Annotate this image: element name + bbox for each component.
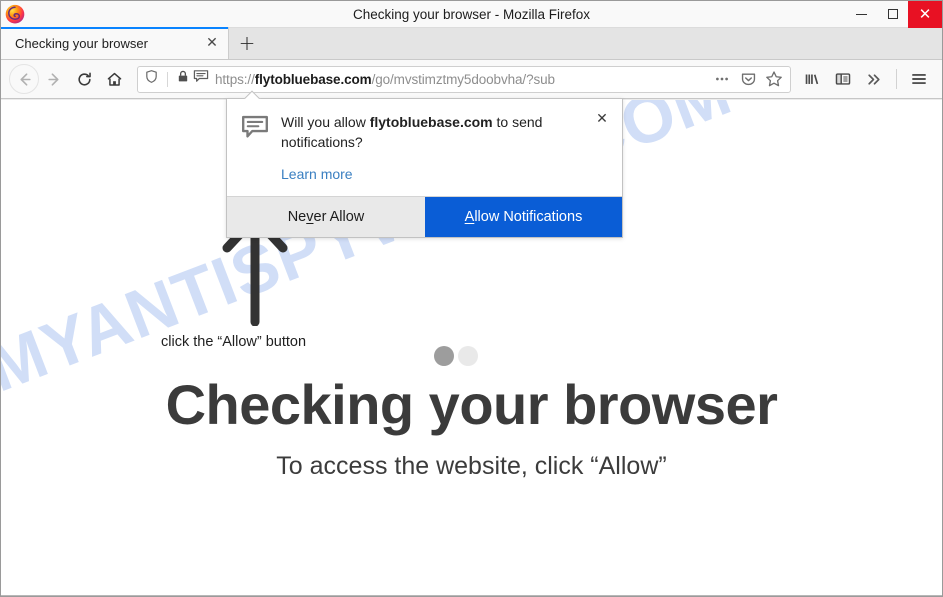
url-host: flytobluebase.com	[254, 71, 372, 87]
page-actions-button[interactable]	[710, 67, 734, 91]
url-scheme: https://	[215, 71, 255, 87]
minimize-icon	[856, 13, 867, 15]
never-allow-button[interactable]: Ne v er Allow	[227, 196, 425, 237]
popup-question-prefix: Will you allow	[281, 114, 370, 130]
never-allow-post: er Allow	[313, 208, 365, 225]
popup-body: Will you allow flytobluebase.com to send…	[227, 99, 622, 196]
hamburger-menu-icon	[912, 74, 926, 84]
home-icon	[107, 72, 121, 86]
popup-texts: Will you allow flytobluebase.com to send…	[281, 113, 610, 184]
forward-button[interactable]	[39, 64, 69, 94]
plus-icon: +	[238, 31, 256, 55]
allow-accesskey: A	[464, 208, 475, 225]
sidebar-button[interactable]	[828, 64, 858, 94]
tab-bar: Checking your browser ✕ +	[1, 27, 942, 60]
browser-tab[interactable]: Checking your browser ✕	[1, 27, 229, 59]
tab-title: Checking your browser	[15, 35, 148, 51]
home-button[interactable]	[99, 64, 129, 94]
forward-arrow-icon	[47, 72, 58, 86]
loading-dots	[434, 346, 478, 366]
library-icon	[805, 74, 819, 85]
address-bar[interactable]: https://flytobluebase.com/go/mvstimztmy5…	[137, 65, 791, 93]
sidebar-icon	[835, 73, 851, 85]
allow-post: llow Notifications	[474, 208, 583, 225]
tracking-protection-shield-icon[interactable]	[144, 69, 159, 89]
never-allow-pre: Ne	[287, 208, 307, 225]
allow-notifications-button[interactable]: Allow Notifications	[425, 196, 622, 237]
reload-icon	[77, 72, 91, 86]
never-allow-accesskey: v	[306, 208, 314, 225]
notification-bubble-icon	[241, 115, 269, 184]
popup-question: Will you allow flytobluebase.com to send…	[281, 113, 571, 153]
window-controls: ✕	[846, 1, 942, 28]
maximize-icon	[887, 9, 898, 19]
pocket-button[interactable]	[736, 67, 760, 91]
toolbar-right-buttons	[797, 64, 934, 94]
ellipsis-icon	[716, 77, 728, 81]
loading-dot-2	[458, 346, 478, 366]
popup-close-button[interactable]: ✕	[592, 109, 612, 129]
url-text[interactable]: https://flytobluebase.com/go/mvstimztmy5…	[215, 72, 710, 87]
close-icon: ✕	[918, 4, 932, 23]
allow-hint-caption: click the “Allow” button	[161, 334, 307, 350]
bookmark-button[interactable]	[762, 67, 786, 91]
close-icon: ✕	[596, 111, 608, 127]
popup-action-buttons: Ne v er Allow Allow Notifications	[227, 195, 622, 237]
overflow-button[interactable]	[859, 64, 889, 94]
popup-pointer	[244, 90, 261, 99]
pocket-icon	[741, 72, 755, 85]
window-titlebar: Checking your browser - Mozilla Firefox …	[1, 1, 942, 28]
back-button[interactable]	[9, 64, 39, 94]
navigation-toolbar: https://flytobluebase.com/go/mvstimztmy5…	[1, 60, 942, 99]
reload-button[interactable]	[69, 64, 99, 94]
maximize-button[interactable]	[877, 1, 908, 28]
notification-permission-popup[interactable]: Will you allow flytobluebase.com to send…	[226, 90, 623, 238]
toolbar-separator	[896, 69, 897, 89]
firefox-browser-window: Checking your browser - Mozilla Firefox …	[0, 0, 943, 597]
page-title: Checking your browser	[165, 373, 778, 436]
app-menu-button[interactable]	[904, 64, 934, 94]
window-title: Checking your browser - Mozilla Firefox	[352, 6, 591, 22]
star-icon	[766, 71, 782, 87]
library-button[interactable]	[797, 64, 827, 94]
page-subtitle: To access the website, click “Allow”	[276, 452, 667, 480]
notification-bubble-icon[interactable]	[193, 69, 209, 89]
tab-close-icon[interactable]: ✕	[202, 33, 222, 53]
new-tab-button[interactable]: +	[229, 27, 265, 59]
chevron-double-right-icon	[867, 73, 880, 85]
back-arrow-icon	[20, 72, 31, 86]
identity-separator	[167, 71, 168, 87]
identity-box	[144, 69, 209, 89]
minimize-button[interactable]	[846, 1, 877, 28]
url-path: /go/mvstimztmy5doobvha/?sub	[371, 71, 555, 87]
page-bottom-divider	[1, 595, 942, 596]
url-action-buttons	[710, 67, 786, 91]
popup-question-domain: flytobluebase.com	[369, 114, 493, 130]
learn-more-link[interactable]: Learn more	[281, 166, 353, 182]
firefox-logo-icon	[4, 3, 26, 25]
padlock-icon[interactable]	[176, 69, 190, 89]
loading-dot-1	[434, 346, 454, 366]
close-window-button[interactable]: ✕	[908, 1, 942, 28]
